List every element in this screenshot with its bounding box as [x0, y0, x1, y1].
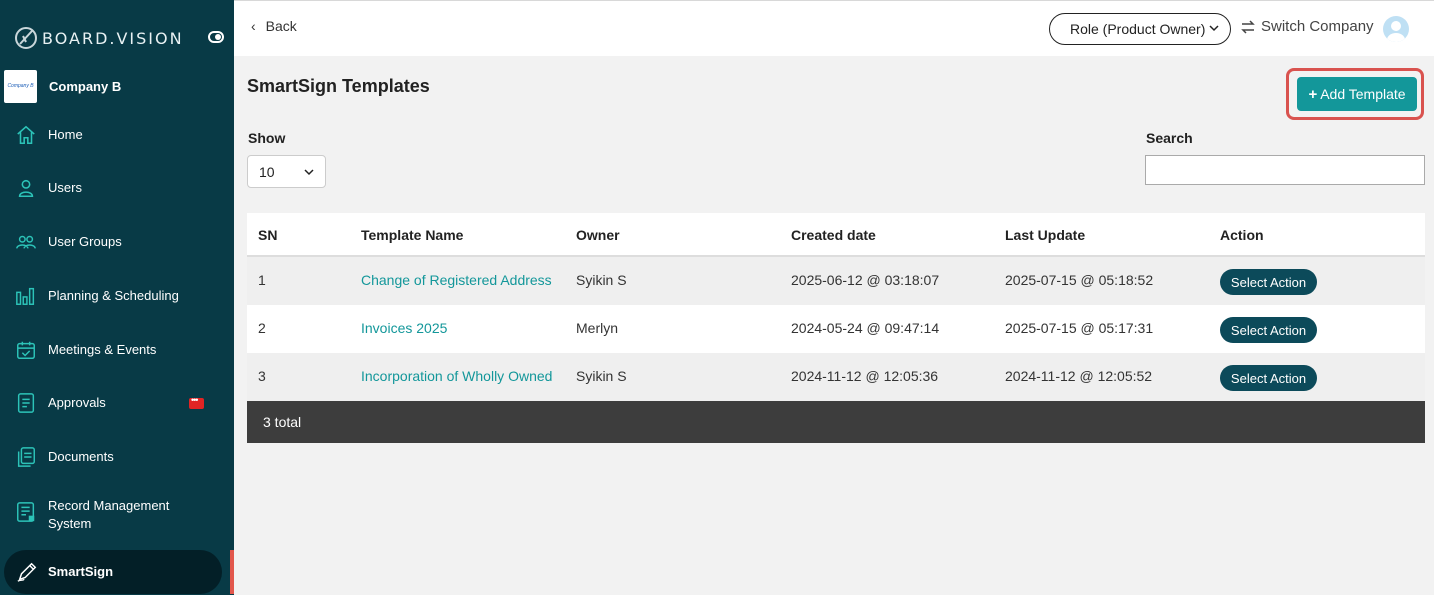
table-row: 2 Invoices 2025 Merlyn 2024-05-24 @ 09:4…: [247, 305, 1425, 353]
select-action-button[interactable]: Select Action: [1220, 317, 1317, 343]
cell-owner: Syikin S: [576, 272, 627, 288]
role-dropdown[interactable]: Role (Product Owner): [1049, 13, 1231, 45]
table-row: 3 Incorporation of Wholly Owned Syikin S…: [247, 353, 1425, 401]
column-header-template-name[interactable]: Template Name: [361, 227, 463, 243]
active-indicator: [230, 550, 234, 594]
select-action-button[interactable]: Select Action: [1220, 365, 1317, 391]
cell-created: 2024-11-12 @ 12:05:36: [791, 368, 939, 384]
home-icon: [17, 125, 35, 145]
company-name: Company B: [49, 78, 122, 94]
user-groups-icon: [16, 235, 36, 249]
sidebar-item-user-groups[interactable]: User Groups: [0, 231, 222, 253]
column-header-action: Action: [1220, 227, 1264, 243]
chevron-down-icon: [1209, 25, 1219, 32]
cell-created: 2025-06-12 @ 03:18:07: [791, 272, 940, 288]
sidebar-item-label: Meetings & Events: [48, 342, 157, 357]
template-name-link[interactable]: Change of Registered Address: [361, 272, 552, 288]
switch-company-button[interactable]: Switch Company: [1240, 18, 1374, 35]
table-footer: 3 total: [247, 401, 1425, 443]
board-vision-logo-icon: [15, 27, 37, 49]
cell-sn: 2: [258, 320, 266, 336]
add-template-label: Add Template: [1320, 86, 1406, 102]
cell-sn: 3: [258, 368, 266, 384]
total-count: 3 total: [263, 414, 302, 430]
plus-icon: +: [1308, 85, 1318, 103]
chevron-left-icon: ‹: [251, 18, 256, 34]
cell-sn: 1: [258, 272, 266, 288]
column-header-sn[interactable]: SN: [258, 227, 277, 243]
pen-icon: [17, 562, 37, 582]
sidebar-item-label: Documents: [48, 449, 114, 464]
sidebar-item-home[interactable]: Home: [0, 124, 222, 146]
cell-updated: 2025-07-15 @ 05:18:52: [1005, 272, 1154, 288]
cell-owner: Merlyn: [576, 320, 619, 336]
sidebar-item-label: SmartSign: [48, 564, 114, 579]
company-logo: Company B: [4, 69, 37, 103]
chevron-down-icon: [304, 169, 314, 176]
back-label: Back: [265, 18, 297, 34]
templates-table: SN Template Name Owner Created date Last…: [247, 213, 1425, 443]
add-template-button[interactable]: + Add Template: [1297, 77, 1417, 111]
calendar-icon: [17, 341, 35, 359]
sidebar: BOARD.VISION Company B Company B Home Us…: [0, 0, 234, 595]
sidebar-toggle-icon[interactable]: [208, 31, 224, 43]
table-header: SN Template Name Owner Created date Last…: [247, 213, 1425, 257]
column-header-last-update[interactable]: Last Update: [1005, 227, 1085, 243]
top-bar: ‹ Back Role (Product Owner) Switch Compa…: [234, 0, 1434, 56]
sidebar-item-planning[interactable]: Planning & Scheduling: [0, 285, 222, 307]
cell-owner: Syikin S: [576, 368, 627, 384]
sidebar-item-label: Planning & Scheduling: [48, 288, 179, 303]
page-size-select[interactable]: 10: [247, 155, 326, 188]
company-switcher[interactable]: Company B Company B: [4, 69, 230, 103]
brand-name: BOARD.VISION: [42, 28, 184, 48]
avatar[interactable]: [1383, 16, 1409, 42]
select-action-button[interactable]: Select Action: [1220, 269, 1317, 295]
sidebar-item-label: Users: [48, 180, 82, 195]
user-icon: [18, 179, 34, 198]
back-button[interactable]: ‹ Back: [251, 18, 297, 34]
sidebar-item-label: Approvals: [48, 395, 106, 410]
search-input[interactable]: [1145, 155, 1425, 185]
approvals-icon: [17, 393, 35, 413]
cell-created: 2024-05-24 @ 09:47:14: [791, 320, 940, 336]
record-icon: [17, 502, 35, 522]
column-header-owner[interactable]: Owner: [576, 227, 620, 243]
sidebar-item-label: Home: [48, 127, 83, 142]
template-name-link[interactable]: Incorporation of Wholly Owned: [361, 368, 552, 384]
page-size-value: 10: [259, 163, 275, 180]
page-title: SmartSign Templates: [247, 76, 430, 96]
switch-arrows-icon: [1241, 19, 1255, 34]
notification-badge-icon: [189, 395, 204, 409]
cell-updated: 2024-11-12 @ 12:05:52: [1005, 368, 1153, 384]
bar-chart-icon: [16, 287, 35, 305]
sidebar-item-documents[interactable]: Documents: [0, 446, 222, 468]
sidebar-item-meetings[interactable]: Meetings & Events: [0, 339, 222, 361]
role-label: Role (Product Owner): [1070, 21, 1206, 37]
search-label: Search: [1146, 130, 1193, 146]
sidebar-item-smartsign[interactable]: SmartSign: [4, 550, 222, 594]
show-label: Show: [248, 130, 286, 146]
table-row: 1 Change of Registered Address Syikin S …: [247, 257, 1425, 305]
cell-updated: 2025-07-15 @ 05:17:31: [1005, 320, 1154, 336]
sidebar-item-label: User Groups: [48, 234, 122, 249]
documents-icon: [17, 447, 35, 467]
column-header-created-date[interactable]: Created date: [791, 227, 876, 243]
sidebar-item-approvals[interactable]: Approvals: [0, 392, 222, 414]
sidebar-item-record-management[interactable]: Record Management System: [0, 497, 222, 533]
template-name-link[interactable]: Invoices 2025: [361, 320, 447, 336]
sidebar-item-label: Record Management System: [48, 498, 170, 531]
sidebar-item-users[interactable]: Users: [0, 177, 222, 199]
switch-company-label: Switch Company: [1261, 18, 1374, 35]
brand: BOARD.VISION: [14, 24, 224, 52]
